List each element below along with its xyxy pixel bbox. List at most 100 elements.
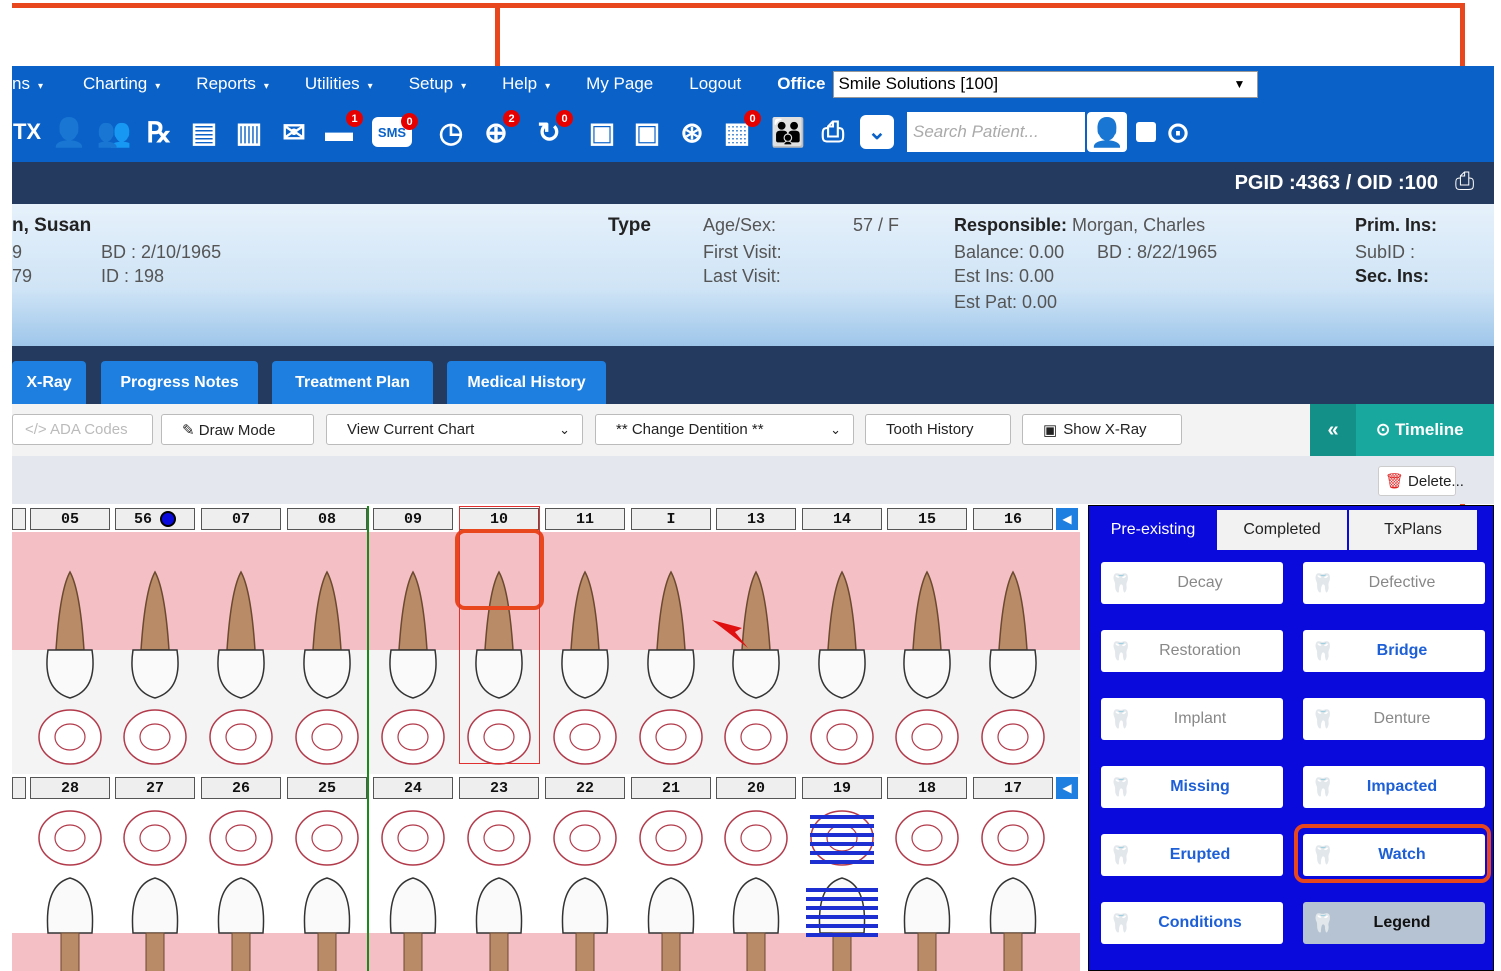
bridge-stripe bbox=[806, 924, 878, 928]
tooth-root bbox=[489, 932, 509, 971]
defective-button[interactable]: 🦷 Defective bbox=[1303, 562, 1485, 604]
occlusal-surface bbox=[209, 810, 273, 866]
occlusal-surface bbox=[981, 709, 1045, 765]
secondary-insurance-label: Sec. Ins: bbox=[1355, 266, 1430, 286]
occlusal-surface bbox=[724, 810, 788, 866]
tooth-crown bbox=[989, 877, 1037, 934]
pgid-text: PGID :4363 / OID :100 bbox=[1234, 171, 1438, 194]
denture-button[interactable]: 🦷 Denture bbox=[1303, 698, 1485, 740]
tooth-crown bbox=[131, 877, 179, 934]
button-label: Denture bbox=[1373, 710, 1431, 727]
tooth-crown bbox=[303, 649, 351, 699]
tooth-crown bbox=[46, 877, 94, 934]
tooth-icon: 🦷 bbox=[1109, 640, 1133, 661]
bridge-button[interactable]: 🦷 Bridge bbox=[1303, 630, 1485, 672]
occlusal-surface bbox=[467, 810, 531, 866]
tooth-crown bbox=[303, 877, 351, 934]
bridge-icon: 🦷 bbox=[1311, 640, 1335, 661]
trash-icon: 🗑 bbox=[1385, 473, 1405, 490]
tooth-root bbox=[912, 570, 942, 651]
tooth-root bbox=[998, 570, 1028, 651]
tooth-crown bbox=[475, 877, 523, 934]
tooth-crown bbox=[903, 649, 951, 699]
procedure-panel: Pre-existing Completed TxPlans 🦷 Decay 🦷 De… bbox=[1088, 505, 1494, 971]
button-label: Restoration bbox=[1159, 642, 1241, 659]
tooth-root bbox=[140, 570, 170, 651]
selected-tooth-frame bbox=[459, 506, 540, 764]
occlusal-surface bbox=[295, 810, 359, 866]
bridge-stripe bbox=[806, 888, 878, 892]
tooth-crown bbox=[217, 649, 265, 699]
conditions-button[interactable]: 🦷 Conditions bbox=[1101, 902, 1283, 944]
occlusal-surface bbox=[981, 810, 1045, 866]
tooth-root bbox=[656, 570, 686, 651]
conditions-icon: 🦷 bbox=[1109, 912, 1133, 933]
tooth-crown bbox=[46, 649, 94, 699]
chevron-down-icon: ▼ bbox=[1233, 76, 1246, 91]
erupted-button[interactable]: 🦷 Erupted bbox=[1101, 834, 1283, 876]
button-label: Impacted bbox=[1366, 778, 1438, 795]
collapse-button[interactable]: « bbox=[1310, 404, 1356, 456]
printer-icon[interactable]: ⎙ bbox=[1455, 168, 1491, 198]
tooth-crown bbox=[217, 877, 265, 934]
denture-icon: 🦷 bbox=[1311, 708, 1335, 729]
occlusal-surface bbox=[810, 709, 874, 765]
tab-pre-existing[interactable]: Pre-existing bbox=[1091, 510, 1215, 550]
missing-icon: 🦷 bbox=[1109, 776, 1133, 797]
tab-completed[interactable]: Completed bbox=[1217, 510, 1347, 550]
delete-label: Delete... bbox=[1408, 472, 1464, 490]
missing-button[interactable]: 🦷 Missing bbox=[1101, 766, 1283, 808]
tooth-root bbox=[403, 932, 423, 971]
occlusal-surface bbox=[553, 709, 617, 765]
tooth-root bbox=[1003, 932, 1023, 971]
tooth-icon: 🦷 bbox=[1311, 572, 1335, 593]
impacted-button[interactable]: 🦷 Impacted bbox=[1303, 766, 1485, 808]
tooth-root bbox=[55, 570, 85, 651]
bridge-stripe bbox=[806, 906, 878, 910]
occlusal-surface bbox=[38, 810, 102, 866]
occlusal-surface bbox=[895, 709, 959, 765]
legend-button[interactable]: 🦷 Legend bbox=[1303, 902, 1485, 944]
occlusal-surface bbox=[123, 810, 187, 866]
tooth-crown bbox=[989, 649, 1037, 699]
bridge-stripe bbox=[810, 833, 874, 837]
occlusal-surface bbox=[895, 810, 959, 866]
tooth-root bbox=[575, 932, 595, 971]
group-search-icon[interactable]: ⊙ bbox=[1160, 114, 1196, 150]
tooth-root bbox=[60, 932, 80, 971]
tooth-root bbox=[832, 932, 852, 971]
responsible-birth-date: BD : 8/22/1965 bbox=[1097, 242, 1218, 262]
tooth-crown bbox=[732, 877, 780, 934]
bridge-stripe bbox=[810, 842, 874, 846]
tooth-crown bbox=[561, 877, 609, 934]
tooth-crown bbox=[389, 649, 437, 699]
delete-button[interactable]: 🗑 Delete... bbox=[1378, 466, 1464, 496]
tooth-crown bbox=[389, 877, 437, 934]
occlusal-surface bbox=[639, 810, 703, 866]
implant-icon: 🦷 bbox=[1109, 708, 1133, 729]
tooth-crown bbox=[732, 649, 780, 699]
tooth-root bbox=[312, 570, 342, 651]
tooth-root bbox=[145, 932, 165, 971]
patient-search-icon[interactable]: 👤 bbox=[1087, 112, 1127, 152]
occlusal-surface bbox=[295, 709, 359, 765]
timeline-button[interactable]: ⊙ Timeline bbox=[1376, 420, 1464, 440]
bridge-stripe bbox=[806, 915, 878, 919]
tooth-crown bbox=[561, 649, 609, 699]
tooth-root bbox=[317, 932, 337, 971]
tooth-root bbox=[570, 570, 600, 651]
tooth-root bbox=[741, 570, 771, 651]
decay-button[interactable]: 🦷 Decay bbox=[1101, 562, 1283, 604]
button-label: Decay bbox=[1177, 574, 1223, 591]
impacted-icon: 🦷 bbox=[1311, 776, 1335, 797]
occlusal-surface bbox=[553, 810, 617, 866]
occlusal-surface bbox=[38, 709, 102, 765]
tooth-root bbox=[398, 570, 428, 651]
checkbox[interactable] bbox=[1136, 122, 1156, 142]
implant-button[interactable]: 🦷 Implant bbox=[1101, 698, 1283, 740]
restoration-button[interactable]: 🦷 Restoration bbox=[1101, 630, 1283, 672]
tooth-icon: 🦷 bbox=[1109, 572, 1133, 593]
bridge-stripe bbox=[810, 824, 874, 828]
subid-label: SubID : bbox=[1355, 242, 1416, 262]
tab-txplans[interactable]: TxPlans bbox=[1349, 510, 1477, 550]
